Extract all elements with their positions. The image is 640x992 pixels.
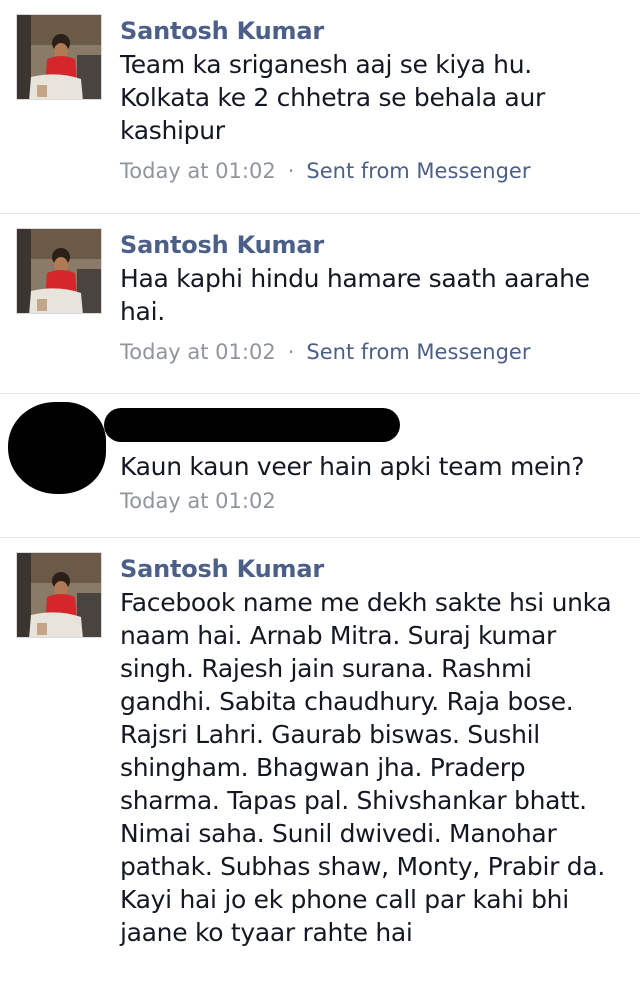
avatar[interactable]	[16, 14, 102, 100]
message-thread: Santosh Kumar Team ka sriganesh aaj se k…	[0, 0, 640, 992]
redacted-sender-name	[104, 408, 400, 442]
message-text: Kaun kaun veer hain apki team mein?	[120, 452, 585, 481]
redacted-avatar	[8, 402, 106, 494]
meta-separator: ·	[287, 159, 295, 183]
message-item: Santosh Kumar Haa kaphi hindu hamare saa…	[0, 214, 640, 394]
avatar-photo	[17, 229, 101, 313]
message-text: Haa kaphi hindu hamare saath aarahe hai.	[120, 264, 590, 326]
sent-from-messenger-link[interactable]: Sent from Messenger	[306, 340, 530, 364]
message-item: Santosh Kumar Facebook name me dekh sakt…	[0, 538, 640, 992]
avatar[interactable]	[16, 228, 102, 314]
message-text: Facebook name me dekh sakte hsi unka naa…	[120, 588, 612, 947]
message-text: Team ka sriganesh aaj se kiya hu. Kolkat…	[120, 50, 545, 145]
sender-name[interactable]: Santosh Kumar	[120, 230, 626, 260]
message-meta: Today at 01:02	[120, 487, 626, 515]
timestamp: Today at 01:02	[120, 489, 276, 513]
avatar-photo	[17, 15, 101, 99]
sent-from-messenger-link[interactable]: Sent from Messenger	[306, 159, 530, 183]
avatar-photo	[17, 553, 101, 637]
avatar[interactable]	[16, 552, 102, 638]
timestamp: Today at 01:02	[120, 340, 276, 364]
timestamp: Today at 01:02	[120, 159, 276, 183]
message-meta: Today at 01:02 · Sent from Messenger	[120, 157, 626, 185]
message-item: Kaun kaun veer hain apki team mein? Toda…	[0, 394, 640, 538]
message-item: Santosh Kumar Team ka sriganesh aaj se k…	[0, 0, 640, 214]
sender-name[interactable]: Santosh Kumar	[120, 16, 626, 46]
meta-separator: ·	[287, 340, 295, 364]
sender-name[interactable]: Santosh Kumar	[120, 554, 626, 584]
message-meta: Today at 01:02 · Sent from Messenger	[120, 338, 626, 366]
